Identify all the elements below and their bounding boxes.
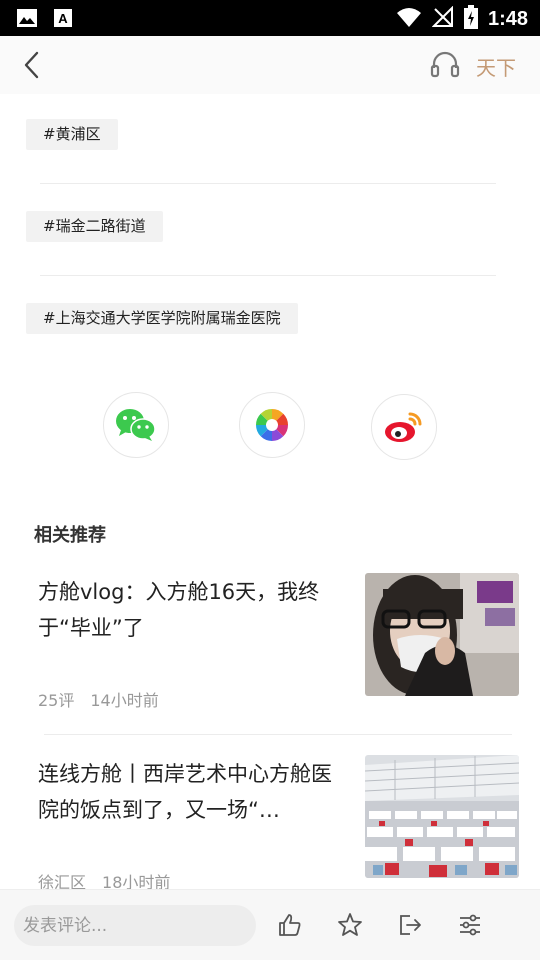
share-icon	[400, 915, 421, 935]
like-icon	[279, 914, 301, 936]
divider	[44, 734, 512, 735]
a-notification-icon: A	[52, 7, 74, 33]
share-moments-button[interactable]	[239, 392, 305, 458]
share-button[interactable]	[397, 912, 423, 938]
no-signal-icon	[431, 5, 454, 32]
tag-chip[interactable]: #瑞金二路街道	[26, 211, 163, 242]
chevron-left-icon	[24, 51, 39, 79]
wifi-icon	[396, 6, 422, 32]
headphones-icon	[430, 51, 460, 78]
bottom-action-bar	[0, 889, 540, 960]
divider	[40, 183, 496, 184]
news-title[interactable]: 连线方舱丨西岸艺术中心方舱医院的饭点到了，又一场“…	[38, 756, 338, 828]
news-meta: 25评 14小时前	[38, 687, 159, 711]
wechat-icon	[116, 409, 156, 441]
favorite-icon	[338, 913, 362, 936]
battery-charging-icon	[463, 5, 478, 33]
settings-icon	[460, 914, 480, 936]
weibo-icon	[385, 412, 422, 442]
publish-time: 14小时前	[90, 691, 159, 710]
status-time: 1:48	[487, 7, 528, 30]
status-bar-right: 1:48	[396, 5, 528, 33]
back-button[interactable]	[16, 50, 46, 80]
related-section-title: 相关推荐	[34, 525, 106, 546]
like-button[interactable]	[277, 912, 303, 938]
moments-icon	[256, 409, 288, 441]
news-thumbnail[interactable]	[365, 755, 519, 878]
thumbnail-image	[365, 573, 519, 696]
divider	[40, 275, 496, 276]
share-wechat-button[interactable]	[103, 392, 169, 458]
channel-label[interactable]: 天下	[476, 52, 516, 81]
status-bar: A 1:48	[0, 0, 540, 36]
image-icon	[16, 7, 38, 33]
news-thumbnail[interactable]	[365, 573, 519, 696]
status-bar-left: A	[16, 7, 74, 33]
tag-chip[interactable]: #黄浦区	[26, 119, 118, 150]
top-header: 天下	[0, 36, 540, 94]
share-weibo-button[interactable]	[371, 394, 437, 460]
header-right: 天下	[430, 50, 516, 82]
thumbnail-image	[365, 755, 519, 878]
favorite-button[interactable]	[337, 912, 363, 938]
comment-count: 25评	[38, 691, 75, 710]
tag-chip[interactable]: #上海交通大学医学院附属瑞金医院	[26, 303, 298, 334]
audio-button[interactable]	[430, 50, 460, 82]
comment-input[interactable]	[14, 905, 256, 946]
svg-text:A: A	[58, 11, 68, 26]
news-title[interactable]: 方舱vlog：入方舱16天，我终于“毕业”了	[38, 574, 338, 646]
settings-button[interactable]	[457, 912, 483, 938]
